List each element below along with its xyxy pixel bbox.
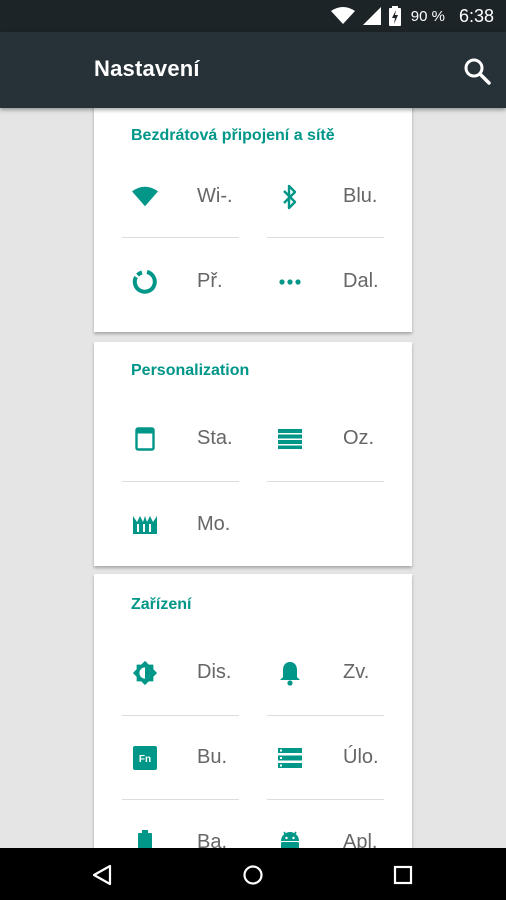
storage-icon — [277, 745, 303, 771]
status-bar: 90 % 6:38 — [0, 0, 506, 32]
clock: 6:38 — [458, 5, 494, 26]
display-brightness-icon — [132, 660, 158, 686]
battery-icon — [132, 830, 158, 848]
more-icon — [277, 269, 303, 295]
cell-signal-icon — [362, 7, 381, 25]
battery-charging-icon — [388, 6, 401, 26]
setting-tile-bluetooth[interactable]: Blu. — [267, 154, 412, 238]
tile-label: Úlo. — [343, 746, 379, 768]
wifi-signal-icon — [330, 7, 355, 25]
battery-percent: 90 % — [410, 7, 445, 25]
setting-tile-storage[interactable]: Úlo. — [267, 715, 412, 799]
home-icon — [243, 865, 263, 885]
recents-icon — [393, 865, 413, 885]
tile-label: Př. — [197, 270, 223, 292]
tile-label: Blu. — [343, 185, 378, 207]
tile-label: Ba. — [197, 831, 228, 848]
sound-bell-icon — [277, 660, 303, 686]
status-bar-icon — [132, 426, 158, 452]
setting-tile-buttons[interactable]: Fn Bu. — [94, 715, 239, 799]
tile-label: Sta. — [197, 427, 233, 449]
divider — [122, 237, 239, 238]
setting-tile-more[interactable]: Dal. — [267, 239, 412, 323]
section-title: Zařízení — [131, 596, 192, 613]
setting-tile-wifi[interactable]: Wi-. — [94, 154, 239, 238]
tile-label: Wi-. — [197, 185, 233, 207]
section-title: Personalization — [131, 362, 250, 379]
wifi-icon — [132, 184, 158, 210]
setting-tile-status-bar[interactable]: Sta. — [94, 396, 239, 480]
tile-label: Apl. — [343, 831, 378, 848]
setting-tile-battery[interactable]: Ba. — [94, 800, 239, 848]
search-icon — [464, 58, 491, 85]
notifications-icon — [277, 426, 303, 452]
tile-label: Mo. — [197, 513, 231, 535]
tile-label: Zv. — [343, 661, 370, 683]
setting-tile-sound[interactable]: Zv. — [267, 630, 412, 714]
setting-tile-display[interactable]: Dis. — [94, 630, 239, 714]
setting-tile-notifications[interactable]: Oz. — [267, 396, 412, 480]
buttons-fn-icon: Fn — [132, 745, 158, 771]
data-usage-icon — [132, 269, 158, 295]
navigation-bar — [0, 848, 506, 900]
tile-label: Dal. — [343, 270, 379, 292]
svg-text:Fn: Fn — [139, 754, 151, 765]
setting-tile-theme[interactable]: Mo. — [94, 482, 239, 566]
section-wireless: Bezdrátová připojení a sítě Wi-. Blu. Př… — [94, 108, 412, 332]
android-apps-icon — [277, 830, 303, 848]
section-device: Zařízení Dis. Zv. Fn Bu. Úlo. Ba. Apl. — [94, 574, 412, 848]
section-title: Bezdrátová připojení a sítě — [131, 127, 335, 144]
setting-tile-data-usage[interactable]: Př. — [94, 239, 239, 323]
recents-button[interactable] — [386, 858, 420, 892]
tile-label: Bu. — [197, 746, 228, 768]
tile-label: Oz. — [343, 427, 375, 449]
divider — [267, 481, 384, 482]
bluetooth-icon — [277, 184, 303, 210]
home-button[interactable] — [236, 858, 270, 892]
app-bar: Nastavení — [0, 32, 506, 108]
settings-list[interactable]: Bezdrátová připojení a sítě Wi-. Blu. Př… — [0, 108, 506, 848]
back-button[interactable] — [85, 858, 119, 892]
section-personalization: Personalization Sta. Oz. Mo. — [94, 342, 412, 566]
divider — [267, 237, 384, 238]
search-button[interactable] — [458, 52, 496, 90]
theme-icon — [132, 512, 158, 538]
tile-label: Dis. — [197, 661, 232, 683]
page-title: Nastavení — [94, 56, 200, 81]
back-icon — [92, 864, 112, 886]
setting-tile-apps[interactable]: Apl. — [267, 800, 412, 848]
